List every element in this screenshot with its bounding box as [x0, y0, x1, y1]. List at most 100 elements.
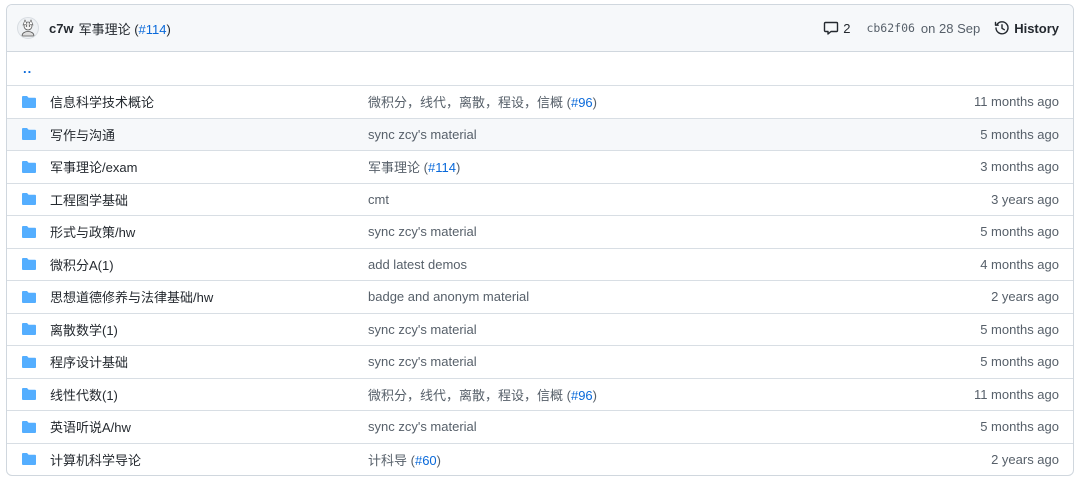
- folder-name-link[interactable]: 线性代数(1): [50, 385, 368, 404]
- file-row[interactable]: 英语听说A/hw sync zcy's material 5 months ag…: [7, 410, 1073, 443]
- commit-age: 3 months ago: [980, 159, 1059, 175]
- file-row[interactable]: 程序设计基础 sync zcy's material 5 months ago: [7, 345, 1073, 378]
- commit-age: 11 months ago: [973, 386, 1059, 402]
- folder-icon: [21, 94, 37, 110]
- pr-link[interactable]: #60: [415, 453, 437, 468]
- file-row[interactable]: 工程图学基础 cmt 3 years ago: [7, 182, 1073, 216]
- file-row[interactable]: 信息科学技术概论 微积分，线代，离散，程设，信概 (#96) 11 months…: [7, 85, 1073, 118]
- parent-directory-link[interactable]: ..: [23, 61, 32, 76]
- history-button[interactable]: History: [994, 20, 1059, 36]
- commit-date: on 28 Sep: [920, 20, 981, 36]
- commit-message-link[interactable]: 微积分，线代，离散，程设，信概 (#96): [368, 385, 974, 404]
- pr-link[interactable]: #96: [571, 95, 593, 110]
- file-row[interactable]: 写作与沟通 sync zcy's material 5 months ago: [7, 117, 1073, 150]
- commit-age: 5 months ago: [980, 354, 1059, 370]
- pr-link[interactable]: #96: [571, 388, 593, 403]
- pr-close-paren: ): [436, 452, 442, 468]
- commit-message-link[interactable]: badge and anonym material: [368, 289, 991, 304]
- pr-open-paren: (: [407, 452, 415, 468]
- commit-message-text[interactable]: add latest demos: [368, 257, 467, 272]
- commit-message-text[interactable]: cmt: [368, 192, 389, 207]
- latest-commit-bar: c7w 军事理论 (#114) 2 cb62f06 on 28 Sep Hist…: [7, 5, 1073, 52]
- folder-name-link[interactable]: 英语听说A/hw: [50, 417, 368, 436]
- commit-age: 2 years ago: [991, 289, 1059, 305]
- commit-message-text[interactable]: 微积分，线代，离散，程设，信概: [368, 388, 563, 403]
- pr-open-paren: (: [563, 95, 571, 111]
- commit-message[interactable]: 军事理论 (#114): [79, 19, 171, 38]
- folder-name-link[interactable]: 形式与政策/hw: [50, 222, 368, 241]
- commit-message-text[interactable]: badge and anonym material: [368, 289, 529, 304]
- parent-directory-row[interactable]: ..: [7, 52, 1073, 85]
- commit-message-text[interactable]: sync zcy's material: [368, 419, 477, 434]
- file-row[interactable]: 计算机科学导论 计科导 (#60) 2 years ago: [7, 442, 1073, 476]
- file-list: 信息科学技术概论 微积分，线代，离散，程设，信概 (#96) 11 months…: [7, 85, 1073, 475]
- commit-message-text[interactable]: 计科导: [368, 453, 407, 468]
- pr-link[interactable]: #114: [428, 160, 456, 175]
- pr-close-paren: ): [166, 21, 171, 37]
- folder-name-link[interactable]: 军事理论/exam: [50, 157, 368, 176]
- file-row[interactable]: 离散数学(1) sync zcy's material 5 months ago: [7, 312, 1073, 346]
- commit-message-link[interactable]: sync zcy's material: [368, 224, 980, 239]
- file-row[interactable]: 思想道德修养与法律基础/hw badge and anonym material…: [7, 280, 1073, 313]
- commit-message-text[interactable]: 军事理论: [79, 22, 131, 37]
- folder-icon: [21, 191, 37, 207]
- commit-age: 5 months ago: [980, 321, 1059, 337]
- pr-open-paren: (: [563, 387, 571, 403]
- pr-close-paren: ): [592, 387, 598, 403]
- commit-message-text[interactable]: sync zcy's material: [368, 127, 477, 142]
- comment-count: 2: [843, 20, 851, 36]
- folder-name-link[interactable]: 离散数学(1): [50, 320, 368, 339]
- file-row[interactable]: 军事理论/exam 军事理论 (#114) 3 months ago: [7, 150, 1073, 183]
- commit-message-link[interactable]: sync zcy's material: [368, 419, 980, 434]
- history-label: History: [1014, 20, 1059, 36]
- commit-message-link[interactable]: add latest demos: [368, 257, 980, 272]
- commit-age: 5 months ago: [980, 419, 1059, 435]
- folder-name-link[interactable]: 微积分A(1): [50, 255, 368, 274]
- folder-name-link[interactable]: 程序设计基础: [50, 352, 368, 371]
- folder-name-link[interactable]: 计算机科学导论: [50, 450, 368, 469]
- folder-name-link[interactable]: 信息科学技术概论: [50, 92, 368, 111]
- commit-age: 5 months ago: [980, 224, 1059, 240]
- commit-message-text[interactable]: 军事理论: [368, 160, 420, 175]
- commit-message-text[interactable]: sync zcy's material: [368, 224, 477, 239]
- commit-message-link[interactable]: sync zcy's material: [368, 322, 980, 337]
- commit-message-text[interactable]: 微积分，线代，离散，程设，信概: [368, 95, 563, 110]
- history-icon: [995, 21, 1009, 35]
- comments-link[interactable]: 2: [823, 20, 850, 36]
- folder-icon: [21, 451, 37, 467]
- pr-close-paren: ): [455, 160, 461, 176]
- folder-icon: [21, 126, 37, 142]
- file-browser: c7w 军事理论 (#114) 2 cb62f06 on 28 Sep Hist…: [6, 4, 1074, 476]
- commit-message-link[interactable]: 军事理论 (#114): [368, 157, 980, 176]
- comment-icon: [824, 21, 839, 35]
- commit-message-link[interactable]: 微积分，线代，离散，程设，信概 (#96): [368, 92, 974, 111]
- folder-icon: [21, 224, 37, 240]
- folder-name-link[interactable]: 写作与沟通: [50, 125, 368, 144]
- file-row[interactable]: 微积分A(1) add latest demos 4 months ago: [7, 247, 1073, 281]
- commit-message-text[interactable]: sync zcy's material: [368, 354, 477, 369]
- pr-open-paren: (: [420, 160, 428, 176]
- commit-message-link[interactable]: 计科导 (#60): [368, 450, 991, 469]
- folder-icon: [21, 159, 37, 175]
- file-row[interactable]: 形式与政策/hw sync zcy's material 5 months ag…: [7, 215, 1073, 248]
- commit-message-link[interactable]: sync zcy's material: [368, 354, 980, 369]
- folder-icon: [21, 289, 37, 305]
- folder-icon: [21, 419, 37, 435]
- commit-age: 3 years ago: [991, 191, 1059, 207]
- commit-message-link[interactable]: sync zcy's material: [368, 127, 980, 142]
- folder-icon: [21, 321, 37, 337]
- commit-sha[interactable]: cb62f06: [866, 21, 914, 35]
- folder-icon: [21, 386, 37, 402]
- commit-author[interactable]: c7w: [49, 21, 74, 36]
- folder-name-link[interactable]: 思想道德修养与法律基础/hw: [50, 287, 368, 306]
- commit-message-link[interactable]: cmt: [368, 192, 991, 207]
- commit-pr-link[interactable]: #114: [139, 22, 167, 37]
- avatar[interactable]: [17, 17, 39, 39]
- folder-icon: [21, 354, 37, 370]
- folder-name-link[interactable]: 工程图学基础: [50, 190, 368, 209]
- commit-message-text[interactable]: sync zcy's material: [368, 322, 477, 337]
- commit-age: 4 months ago: [980, 256, 1059, 272]
- file-row[interactable]: 线性代数(1) 微积分，线代，离散，程设，信概 (#96) 11 months …: [7, 377, 1073, 411]
- commit-age: 11 months ago: [973, 94, 1059, 110]
- folder-icon: [21, 256, 37, 272]
